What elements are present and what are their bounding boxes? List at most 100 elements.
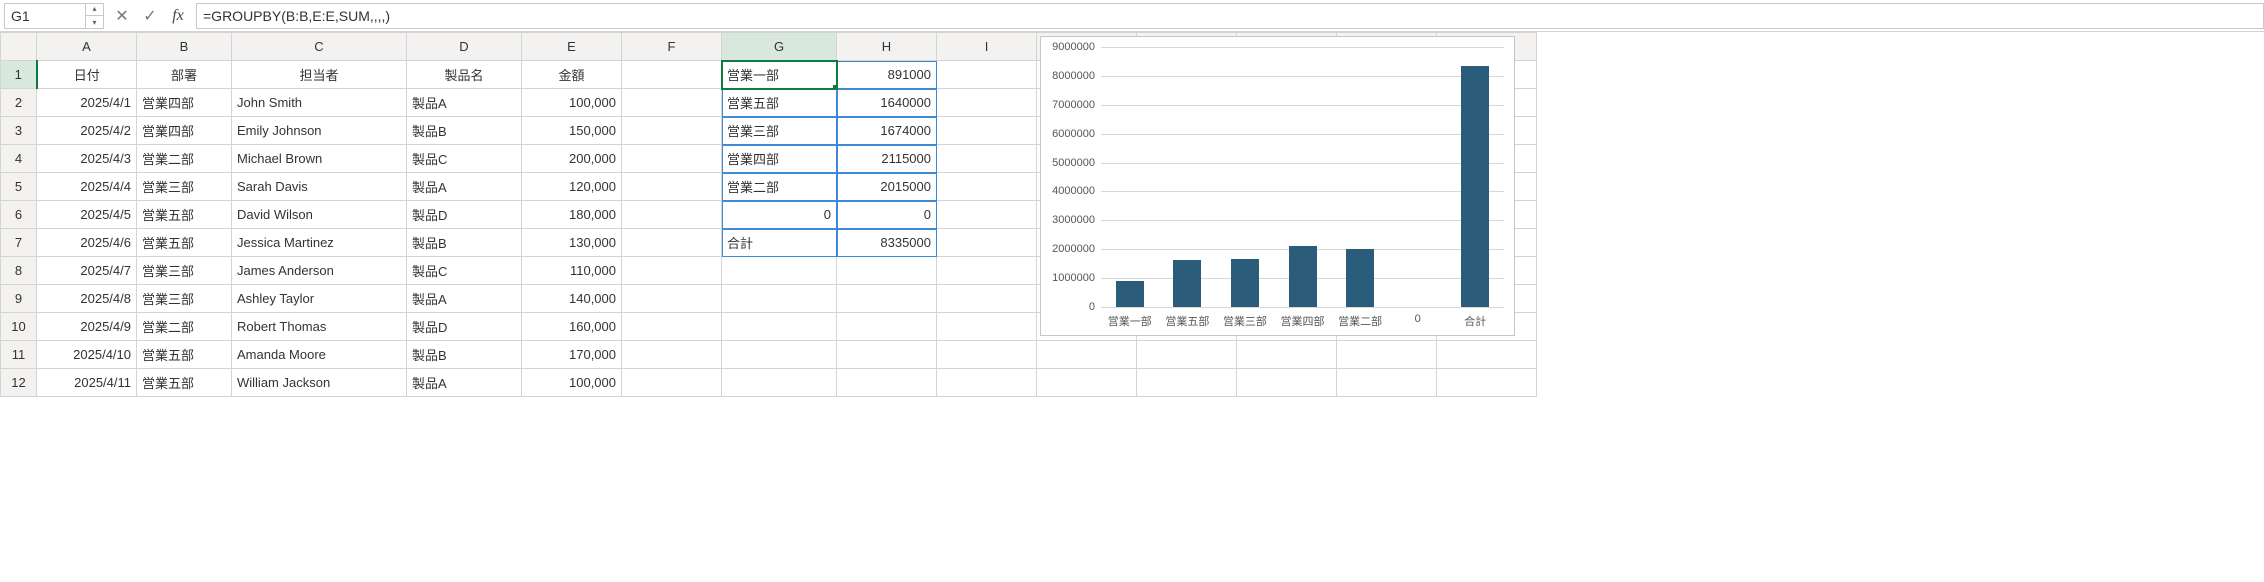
cell-J11[interactable] (1037, 341, 1137, 369)
row-header-10[interactable]: 10 (1, 313, 37, 341)
name-box-spinners[interactable]: ▴ ▾ (85, 3, 103, 29)
bar-営業四部[interactable] (1289, 246, 1317, 307)
row-header-9[interactable]: 9 (1, 285, 37, 313)
bar-営業三部[interactable] (1231, 259, 1259, 307)
cell-G11[interactable] (722, 341, 837, 369)
cell-G9[interactable] (722, 285, 837, 313)
cell-B12[interactable]: 営業五部 (137, 369, 232, 397)
cell-M12[interactable] (1337, 369, 1437, 397)
cell-F6[interactable] (622, 201, 722, 229)
cell-C5[interactable]: Sarah Davis (232, 173, 407, 201)
cell-N11[interactable] (1437, 341, 1537, 369)
cell-C10[interactable]: Robert Thomas (232, 313, 407, 341)
cell-E1[interactable]: 金額 (522, 61, 622, 89)
cell-I3[interactable] (937, 117, 1037, 145)
cell-I8[interactable] (937, 257, 1037, 285)
cell-J12[interactable] (1037, 369, 1137, 397)
column-header-A[interactable]: A (37, 33, 137, 61)
cell-I9[interactable] (937, 285, 1037, 313)
cell-H9[interactable] (837, 285, 937, 313)
cell-G1[interactable]: 営業一部 (722, 61, 837, 89)
chevron-up-icon[interactable]: ▴ (86, 3, 103, 16)
cell-H3[interactable]: 1674000 (837, 117, 937, 145)
bar-営業五部[interactable] (1173, 260, 1201, 307)
cell-C6[interactable]: David Wilson (232, 201, 407, 229)
cell-D2[interactable]: 製品A (407, 89, 522, 117)
cancel-button[interactable]: ✕ (108, 3, 136, 29)
cell-F12[interactable] (622, 369, 722, 397)
column-header-B[interactable]: B (137, 33, 232, 61)
cell-K12[interactable] (1137, 369, 1237, 397)
column-header-D[interactable]: D (407, 33, 522, 61)
cell-G12[interactable] (722, 369, 837, 397)
cell-D11[interactable]: 製品B (407, 341, 522, 369)
cell-C11[interactable]: Amanda Moore (232, 341, 407, 369)
column-header-F[interactable]: F (622, 33, 722, 61)
cell-I5[interactable] (937, 173, 1037, 201)
cell-H1[interactable]: 891000 (837, 61, 937, 89)
cell-E12[interactable]: 100,000 (522, 369, 622, 397)
cell-E5[interactable]: 120,000 (522, 173, 622, 201)
cell-I6[interactable] (937, 201, 1037, 229)
cell-H5[interactable]: 2015000 (837, 173, 937, 201)
cell-H6[interactable]: 0 (837, 201, 937, 229)
cell-K11[interactable] (1137, 341, 1237, 369)
cell-C7[interactable]: Jessica Martinez (232, 229, 407, 257)
cell-G7[interactable]: 合計 (722, 229, 837, 257)
confirm-button[interactable]: ✓ (136, 3, 164, 29)
bar-合計[interactable] (1461, 66, 1489, 307)
cell-F3[interactable] (622, 117, 722, 145)
cell-D1[interactable]: 製品名 (407, 61, 522, 89)
bar-営業一部[interactable] (1116, 281, 1144, 307)
column-header-E[interactable]: E (522, 33, 622, 61)
cell-B6[interactable]: 営業五部 (137, 201, 232, 229)
cell-F2[interactable] (622, 89, 722, 117)
cell-E10[interactable]: 160,000 (522, 313, 622, 341)
cell-C8[interactable]: James Anderson (232, 257, 407, 285)
cell-A12[interactable]: 2025/4/11 (37, 369, 137, 397)
cell-G8[interactable] (722, 257, 837, 285)
cell-I2[interactable] (937, 89, 1037, 117)
cell-F7[interactable] (622, 229, 722, 257)
cell-A2[interactable]: 2025/4/1 (37, 89, 137, 117)
column-header-C[interactable]: C (232, 33, 407, 61)
cell-D7[interactable]: 製品B (407, 229, 522, 257)
formula-input[interactable]: =GROUPBY(B:B,E:E,SUM,,,,) (196, 3, 2264, 29)
row-header-6[interactable]: 6 (1, 201, 37, 229)
cell-H12[interactable] (837, 369, 937, 397)
cell-E6[interactable]: 180,000 (522, 201, 622, 229)
cell-B11[interactable]: 営業五部 (137, 341, 232, 369)
column-header-H[interactable]: H (837, 33, 937, 61)
cell-I1[interactable] (937, 61, 1037, 89)
cell-E8[interactable]: 110,000 (522, 257, 622, 285)
cell-A4[interactable]: 2025/4/3 (37, 145, 137, 173)
cell-G5[interactable]: 営業二部 (722, 173, 837, 201)
cell-E3[interactable]: 150,000 (522, 117, 622, 145)
cell-B5[interactable]: 営業三部 (137, 173, 232, 201)
cell-A1[interactable]: 日付 (37, 61, 137, 89)
row-header-3[interactable]: 3 (1, 117, 37, 145)
column-header-I[interactable]: I (937, 33, 1037, 61)
cell-A9[interactable]: 2025/4/8 (37, 285, 137, 313)
row-header-11[interactable]: 11 (1, 341, 37, 369)
cell-G4[interactable]: 営業四部 (722, 145, 837, 173)
cell-F1[interactable] (622, 61, 722, 89)
row-header-12[interactable]: 12 (1, 369, 37, 397)
row-header-1[interactable]: 1 (1, 61, 37, 89)
cell-C1[interactable]: 担当者 (232, 61, 407, 89)
cell-I7[interactable] (937, 229, 1037, 257)
cell-C12[interactable]: William Jackson (232, 369, 407, 397)
cell-F5[interactable] (622, 173, 722, 201)
cell-E11[interactable]: 170,000 (522, 341, 622, 369)
cell-D9[interactable]: 製品A (407, 285, 522, 313)
embedded-chart[interactable]: 0100000020000003000000400000050000006000… (1040, 36, 1515, 336)
cell-F4[interactable] (622, 145, 722, 173)
cell-D4[interactable]: 製品C (407, 145, 522, 173)
cell-B8[interactable]: 営業三部 (137, 257, 232, 285)
cell-N12[interactable] (1437, 369, 1537, 397)
cell-D8[interactable]: 製品C (407, 257, 522, 285)
cell-G2[interactable]: 営業五部 (722, 89, 837, 117)
cell-C9[interactable]: Ashley Taylor (232, 285, 407, 313)
cell-C2[interactable]: John Smith (232, 89, 407, 117)
cell-F10[interactable] (622, 313, 722, 341)
